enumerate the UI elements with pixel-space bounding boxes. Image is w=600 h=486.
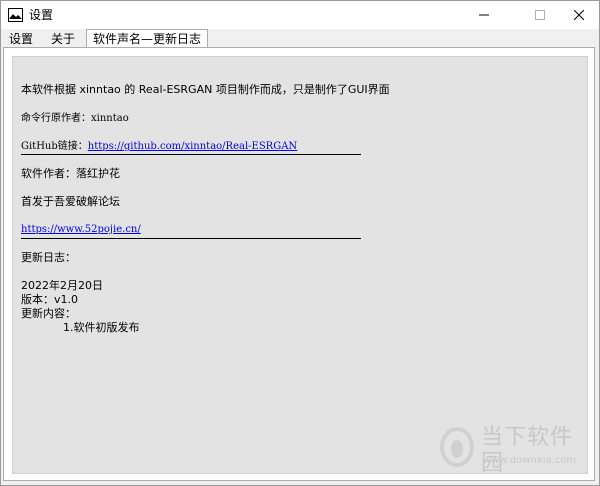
change-item: 1.软件初版发布 bbox=[63, 321, 140, 334]
image-icon bbox=[8, 7, 23, 22]
first-release-text: 首发于吾爱破解论坛 bbox=[21, 195, 120, 208]
version-text: 版本：v1.0 bbox=[21, 293, 79, 306]
site-logo-icon bbox=[439, 425, 475, 469]
divider bbox=[21, 154, 361, 155]
watermark-url: www.downxia.com bbox=[483, 455, 577, 466]
watermark: 当下软件园 www.downxia.com bbox=[439, 421, 589, 481]
close-icon bbox=[574, 10, 584, 20]
maximize-icon bbox=[535, 10, 545, 20]
cli-author-text: 命令行原作者：xinntao bbox=[21, 113, 129, 124]
minimize-button[interactable] bbox=[461, 1, 507, 29]
settings-window: 设置 设置 关于 软件声名—更新日志 本软件根据 xinntao 的 Real-… bbox=[0, 0, 600, 486]
tab-bar: 设置 关于 软件声名—更新日志 bbox=[1, 29, 599, 49]
github-link[interactable]: https://github.com/xinntao/Real-ESRGAN bbox=[88, 141, 297, 152]
intro-text: 本软件根据 xinntao 的 Real-ESRGAN 项目制作而成，只是制作了… bbox=[21, 83, 390, 96]
title-bar[interactable]: 设置 bbox=[1, 1, 599, 29]
software-author-text: 软件作者：落红护花 bbox=[21, 167, 120, 180]
minimize-icon bbox=[479, 14, 489, 16]
changes-heading: 更新内容： bbox=[21, 307, 76, 320]
tab-statement-changelog[interactable]: 软件声名—更新日志 bbox=[86, 29, 209, 49]
release-date: 2022年2月20日 bbox=[21, 279, 103, 292]
window-title: 设置 bbox=[29, 8, 54, 22]
watermark-name: 当下软件园 bbox=[481, 425, 574, 476]
changelog-heading: 更新日志： bbox=[21, 251, 76, 264]
tab-panel: 本软件根据 xinntao 的 Real-ESRGAN 项目制作而成，只是制作了… bbox=[3, 47, 595, 481]
github-label: GitHub链接： bbox=[21, 141, 88, 152]
divider bbox=[21, 238, 361, 239]
forum-link[interactable]: https://www.52pojie.cn/ bbox=[21, 223, 141, 237]
maximize-button[interactable] bbox=[517, 1, 563, 29]
changelog-text-area[interactable]: 本软件根据 xinntao 的 Real-ESRGAN 项目制作而成，只是制作了… bbox=[12, 56, 588, 474]
close-button[interactable] bbox=[559, 1, 599, 29]
github-line: GitHub链接：https://github.com/xinntao/Real… bbox=[21, 139, 297, 154]
